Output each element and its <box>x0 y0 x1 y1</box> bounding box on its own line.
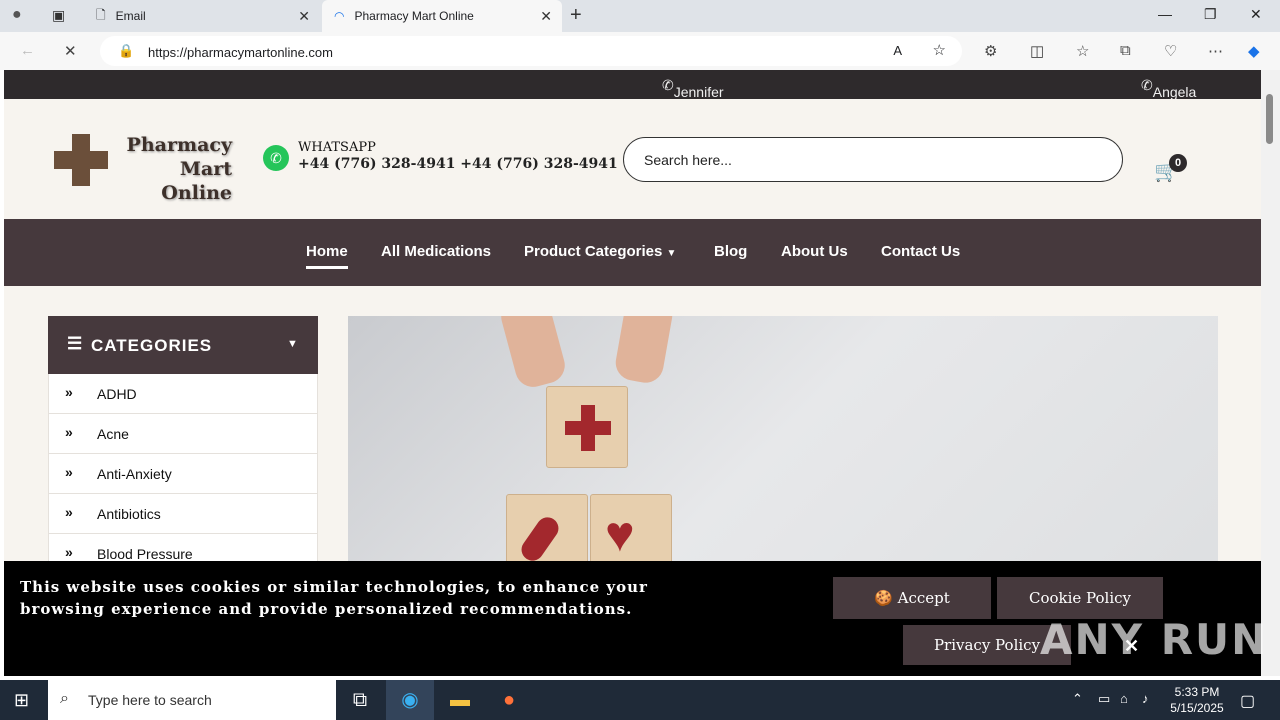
accept-cookies-button[interactable]: 🍪 Accept <box>833 577 991 619</box>
browser-tab-bar: ● ▣ 🗋 Email ✕ ◠ Pharmacy Mart Online ✕ +… <box>0 0 1280 32</box>
double-chevron-icon: » <box>65 544 73 560</box>
taskbar-search-placeholder: Type here to search <box>88 692 212 708</box>
category-item[interactable]: » Antibiotics <box>48 494 318 534</box>
lock-icon: 🔒 <box>118 43 135 58</box>
browser-essentials-icon[interactable]: ♡ <box>1164 42 1177 60</box>
url-text: https://pharmacymartonline.com <box>148 45 333 60</box>
main-nav: Home All Medications Product Categories … <box>4 219 1261 286</box>
nav-about-us[interactable]: About Us <box>781 243 848 260</box>
loading-icon: ◠ <box>334 9 345 23</box>
contact-phone-1[interactable]: ✆ Jennifer Bret : +1 209 813 4055 <box>662 77 724 164</box>
double-chevron-icon: » <box>65 424 73 440</box>
menu-icon: ☰ <box>67 334 84 353</box>
double-chevron-icon: » <box>65 384 73 400</box>
finger-shape <box>612 316 676 386</box>
search-input[interactable] <box>623 137 1123 182</box>
taskbar-search[interactable]: ⌕ Type here to search <box>48 680 336 720</box>
tab-pharmacy[interactable]: ◠ Pharmacy Mart Online ✕ <box>322 0 562 32</box>
close-window-icon[interactable]: ✕ <box>1250 6 1262 23</box>
contact-phone-2[interactable]: ✆ Angela Mor <box>1141 77 1196 116</box>
category-item[interactable]: » Anti-Anxiety <box>48 454 318 494</box>
split-screen-icon[interactable]: ◫ <box>1030 42 1044 60</box>
task-view-icon[interactable]: ⧉ <box>336 680 384 720</box>
close-tab-icon[interactable]: ✕ <box>540 8 552 25</box>
cart-count-badge: 0 <box>1169 154 1187 172</box>
caret-down-icon: ▼ <box>287 338 299 350</box>
favorite-star-icon[interactable]: ☆ <box>933 41 946 59</box>
new-tab-icon[interactable]: + <box>570 4 582 27</box>
minimize-icon[interactable]: — <box>1158 6 1172 22</box>
file-explorer-icon[interactable]: ▬ <box>436 680 484 720</box>
profile-icon[interactable]: ● <box>12 6 22 24</box>
categories-title: CATEGORIES <box>91 336 213 355</box>
more-menu-icon[interactable]: ⋯ <box>1208 42 1223 60</box>
site-logo[interactable]: Pharmacy Mart Online <box>112 133 232 205</box>
tab-title: Pharmacy Mart Online <box>354 9 474 23</box>
edge-icon[interactable]: ◉ <box>386 680 434 720</box>
site-header: Pharmacy Mart Online ✆ WHATSAPP +44 (776… <box>4 99 1261 219</box>
back-icon[interactable]: ← <box>20 42 35 59</box>
close-tab-icon[interactable]: ✕ <box>298 8 310 25</box>
tab-email[interactable]: 🗋 Email ✕ <box>84 0 320 32</box>
whatsapp-numbers[interactable]: +44 (776) 328-4941 +44 (776) 328-4941 <box>298 156 618 172</box>
collections-icon[interactable]: ⧉ <box>1120 42 1131 59</box>
firefox-icon[interactable]: ● <box>485 680 533 720</box>
cookie-icon: 🍪 <box>874 589 893 607</box>
tab-title: Email <box>115 9 146 23</box>
category-item[interactable]: » ADHD <box>48 374 318 414</box>
volume-icon[interactable]: ♪ <box>1142 691 1149 706</box>
medical-cross-block <box>546 386 628 468</box>
double-chevron-icon: » <box>65 464 73 480</box>
nav-blog[interactable]: Blog <box>714 243 747 260</box>
search-icon: ⌕ <box>60 690 69 707</box>
anyrun-watermark: ANY RUN <box>1040 615 1269 664</box>
windows-taskbar: ⊞ ⌕ Type here to search ⧉ ◉ ▬ ● ⌃ ▭ ⌂ ♪ … <box>0 680 1280 720</box>
double-chevron-icon: » <box>65 504 73 520</box>
nav-contact-us[interactable]: Contact Us <box>881 243 960 260</box>
cookie-message: This website uses cookies or similar tec… <box>20 578 648 618</box>
favorites-icon[interactable]: ☆ <box>1076 42 1089 60</box>
page-scrollbar[interactable] <box>1261 70 1280 676</box>
categories-list: » ADHD » Acne » Anti-Anxiety » Antibiotics »… <box>48 374 318 574</box>
nav-product-categories[interactable]: Product Categories ▼ <box>524 243 676 260</box>
category-item[interactable]: » Acne <box>48 414 318 454</box>
whatsapp-icon[interactable]: ✆ <box>263 145 289 171</box>
categories-header[interactable]: ☰ CATEGORIES ▼ <box>48 316 318 374</box>
nav-all-medications[interactable]: All Medications <box>381 243 491 260</box>
restore-icon[interactable]: ❐ <box>1204 6 1217 23</box>
system-clock[interactable]: 5:33 PM 5/15/2025 <box>1160 684 1234 716</box>
extensions-icon[interactable]: ⚙ <box>984 42 997 60</box>
notifications-icon[interactable]: ▢ <box>1240 691 1255 711</box>
cookie-policy-button[interactable]: Cookie Policy <box>997 577 1163 619</box>
tab-actions-icon[interactable]: ▣ <box>52 7 65 24</box>
nav-home[interactable]: Home <box>306 243 348 269</box>
network-icon[interactable]: ▭ <box>1098 691 1110 707</box>
copilot-icon[interactable]: ◆ <box>1248 42 1260 60</box>
page-icon: 🗋 <box>96 7 106 22</box>
caret-down-icon: ▼ <box>666 248 677 259</box>
url-field[interactable]: 🔒 https://pharmacymartonline.com A ☆ <box>100 36 962 66</box>
show-hidden-icons-icon[interactable]: ⌃ <box>1072 691 1083 707</box>
stop-icon[interactable]: ✕ <box>64 42 77 60</box>
wifi-icon[interactable]: ⌂ <box>1120 691 1128 706</box>
finger-shape <box>497 316 569 391</box>
read-aloud-icon[interactable]: A <box>893 43 902 58</box>
whatsapp-label: WHATSAPP <box>298 140 376 155</box>
address-bar-row: ← ✕ 🔒 https://pharmacymartonline.com A ☆… <box>0 32 1280 70</box>
close-banner-icon[interactable]: ✕ <box>1124 636 1139 657</box>
windows-start-icon[interactable]: ⊞ <box>14 690 29 711</box>
logo-cross-icon[interactable] <box>54 134 108 186</box>
contact-strip: ✆ Jennifer Bret : +1 209 813 4055 ✆ Ange… <box>4 70 1261 164</box>
